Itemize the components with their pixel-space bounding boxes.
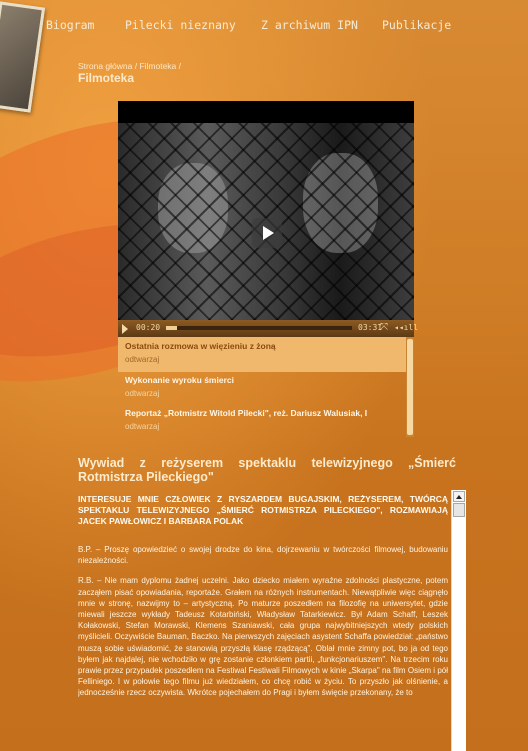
article-paragraph: R.B. – Nie mam dyplomu żadnej uczelni. J… (78, 576, 448, 698)
decorative-photo (0, 1, 46, 113)
player-controls: 00:20 03:31 ⤧ ◂◂ıll (118, 320, 418, 337)
page-background: Biogram Pilecki nieznany Z archiwum IPN … (0, 0, 528, 751)
nav-item-z-archiwum-ipn[interactable]: Z archiwum IPN (261, 18, 358, 32)
video-frame[interactable] (118, 123, 414, 320)
main-nav: Biogram Pilecki nieznany Z archiwum IPN … (46, 18, 508, 34)
time-current: 00:20 (136, 323, 161, 332)
fullscreen-icon[interactable]: ⤧ (380, 322, 388, 333)
breadcrumb-separator: / (176, 61, 182, 71)
playlist-item[interactable]: Wykonanie wyroku śmierci odtwarzaj (118, 371, 406, 406)
control-play-icon[interactable] (122, 324, 128, 334)
playlist-item-title: Reportaż „Rotmistrz Witold Pilecki", reż… (125, 408, 368, 418)
playlist-item-title: Wykonanie wyroku śmierci (125, 375, 234, 385)
time-total: 03:31 (358, 323, 383, 332)
nav-item-biogram[interactable]: Biogram (46, 18, 94, 32)
playlist-item-title: Ostatnia rozmowa w więzieniu z żoną (125, 341, 276, 351)
article-title: Wywiad z reżyserem spektaklu telewizyjne… (78, 456, 456, 484)
play-icon[interactable] (252, 218, 282, 248)
article-paragraph: B.P. – Proszę opowiedzieć o swojej drodz… (78, 545, 448, 566)
nav-item-publikacje[interactable]: Publikacje (382, 18, 451, 32)
playlist-item-play-link[interactable]: odtwarzaj (125, 422, 159, 431)
breadcrumb-home[interactable]: Strona główna (78, 61, 132, 71)
playlist-scrollbar[interactable] (406, 337, 414, 437)
playlist-item-play-link[interactable]: odtwarzaj (125, 389, 159, 398)
seek-progress (166, 326, 178, 330)
article-scrollbar[interactable] (451, 490, 466, 751)
scroll-up-icon[interactable] (453, 491, 465, 502)
video-playlist: Ostatnia rozmowa w więzieniu z żoną odtw… (118, 337, 414, 437)
breadcrumb: Strona główna / Filmoteka / (78, 61, 181, 71)
volume-icon[interactable]: ◂◂ıll (394, 323, 418, 332)
playlist-item[interactable]: Reportaż „Rotmistrz Witold Pilecki", reż… (118, 404, 406, 437)
breadcrumb-filmoteka[interactable]: Filmoteka (139, 61, 176, 71)
seek-bar[interactable] (166, 326, 352, 330)
video-player: 00:20 03:31 ⤧ ◂◂ıll (118, 101, 418, 337)
page-title: Filmoteka (78, 71, 135, 85)
article-body: INTERESUJE MNIE CZŁOWIEK Z RYSZARDEM BUG… (78, 490, 448, 751)
playlist-item[interactable]: Ostatnia rozmowa w więzieniu z żoną odtw… (118, 337, 406, 372)
article-heading: INTERESUJE MNIE CZŁOWIEK Z RYSZARDEM BUG… (78, 494, 448, 526)
playlist-scroll-thumb[interactable] (407, 339, 413, 435)
nav-item-pilecki-nieznany[interactable]: Pilecki nieznany (125, 18, 236, 32)
playlist-item-play-link[interactable]: odtwarzaj (125, 355, 159, 364)
article-scroll-thumb[interactable] (453, 503, 465, 517)
